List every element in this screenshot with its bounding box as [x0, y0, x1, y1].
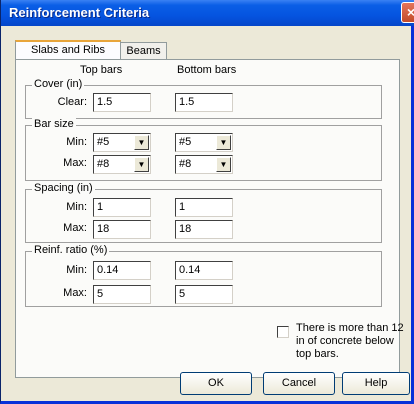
- tab-slabs-and-ribs[interactable]: Slabs and Ribs: [15, 40, 121, 60]
- bar-size-min-top-select[interactable]: #5 ▼: [93, 133, 151, 152]
- spacing-min-bottom-input[interactable]: 1: [175, 198, 233, 217]
- group-label: Bar size: [32, 118, 76, 130]
- tab-label: Slabs and Ribs: [31, 44, 105, 56]
- selected-value: #8: [97, 158, 110, 170]
- max-label: Max:: [63, 157, 87, 169]
- close-button[interactable]: ×: [401, 2, 414, 23]
- clear-label: Clear:: [57, 96, 87, 108]
- window-title: Reinforcement Criteria: [9, 5, 150, 20]
- concrete-below-top-bars-checkbox[interactable]: [277, 326, 289, 338]
- max-label: Max:: [63, 222, 87, 234]
- chevron-down-icon[interactable]: ▼: [134, 157, 149, 172]
- group-label: Cover (in): [32, 78, 85, 90]
- ratio-max-top-input[interactable]: 5: [93, 285, 151, 304]
- selected-value: #8: [179, 158, 192, 170]
- bar-size-max-bottom-select[interactable]: #8 ▼: [175, 155, 233, 174]
- title-bar[interactable]: Reinforcement Criteria ×: [1, 0, 414, 26]
- ratio-min-top-input[interactable]: 0.14: [93, 261, 151, 280]
- chevron-down-icon[interactable]: ▼: [216, 157, 231, 172]
- spacing-max-top-input[interactable]: 18: [93, 220, 151, 239]
- tab-label: Beams: [126, 45, 161, 57]
- dialog-window: Reinforcement Criteria × Slabs and Ribs …: [0, 0, 414, 404]
- selected-value: #5: [179, 136, 192, 148]
- group-label: Reinf. ratio (%): [32, 244, 110, 256]
- help-button[interactable]: Help: [342, 372, 410, 395]
- cancel-button[interactable]: Cancel: [263, 372, 335, 395]
- max-label: Max:: [63, 287, 87, 299]
- ratio-min-bottom-input[interactable]: 0.14: [175, 261, 233, 280]
- bar-size-min-bottom-select[interactable]: #5 ▼: [175, 133, 233, 152]
- min-label: Min:: [66, 136, 87, 148]
- chevron-down-icon[interactable]: ▼: [134, 135, 149, 150]
- min-label: Min:: [66, 201, 87, 213]
- tab-beams[interactable]: Beams: [120, 42, 167, 60]
- cover-clear-top-input[interactable]: 1.5: [93, 93, 151, 112]
- spacing-min-top-input[interactable]: 1: [93, 198, 151, 217]
- column-header-top-bars: Top bars: [80, 64, 123, 76]
- selected-value: #5: [97, 136, 110, 148]
- cover-clear-bottom-input[interactable]: 1.5: [175, 93, 233, 112]
- group-label: Spacing (in): [32, 182, 95, 194]
- ratio-max-bottom-input[interactable]: 5: [175, 285, 233, 304]
- close-icon: ×: [406, 4, 414, 20]
- min-label: Min:: [66, 264, 87, 276]
- chevron-down-icon[interactable]: ▼: [216, 135, 231, 150]
- spacing-max-bottom-input[interactable]: 18: [175, 220, 233, 239]
- column-header-bottom-bars: Bottom bars: [177, 64, 237, 76]
- checkbox-label: There is more than 12 in of concrete bel…: [296, 322, 404, 360]
- bar-size-max-top-select[interactable]: #8 ▼: [93, 155, 151, 174]
- ok-button[interactable]: OK: [180, 372, 252, 395]
